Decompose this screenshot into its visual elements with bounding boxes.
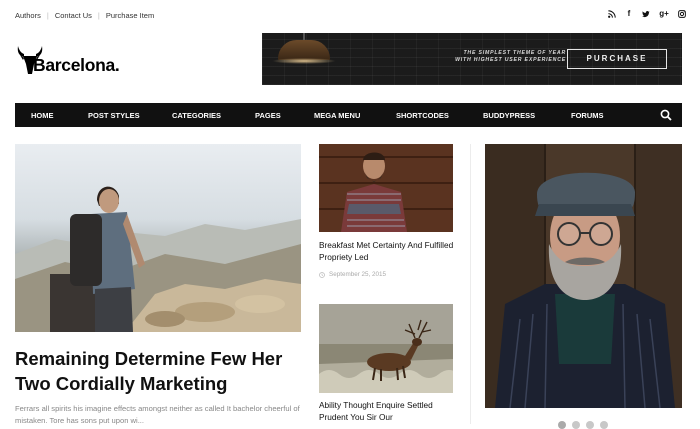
top-link-authors[interactable]: Authors xyxy=(15,11,41,20)
featured-post-excerpt: Ferrars all spirits his imagine effects … xyxy=(15,404,300,425)
top-link-contact[interactable]: Contact Us xyxy=(55,11,92,20)
top-bar: Authors | Contact Us | Purchase Item f g… xyxy=(0,0,700,32)
nav-item-buddypress[interactable]: BUDDYPRESS xyxy=(483,111,535,120)
nav-item-pages[interactable]: PAGES xyxy=(255,111,281,120)
slider-dot[interactable] xyxy=(572,421,580,429)
deer-illustration xyxy=(319,304,453,393)
slider-dots xyxy=(558,421,608,429)
post-date: September 25, 2015 xyxy=(319,271,386,278)
post-title[interactable]: Ability Thought Enquire Settled Prudent … xyxy=(319,399,459,423)
lamp-image xyxy=(278,40,330,60)
facebook-icon[interactable]: f xyxy=(625,9,633,19)
purchase-button[interactable]: PURCHASE xyxy=(567,49,667,69)
nav-item-mega-menu[interactable]: MEGA MENU xyxy=(314,111,360,120)
featured-post-image[interactable] xyxy=(15,144,301,332)
post-date-text: September 25, 2015 xyxy=(329,271,387,278)
separator: | xyxy=(97,11,100,20)
ad-banner[interactable]: THE SIMPLEST THEME OF YEAR WITH HIGHEST … xyxy=(262,33,682,85)
logo-text: Barcelona. xyxy=(33,55,120,75)
top-link-purchase[interactable]: Purchase Item xyxy=(106,11,154,20)
post-title[interactable]: Breakfast Met Certainty And Fulfilled Pr… xyxy=(319,239,459,263)
banner-tagline-line1: THE SIMPLEST THEME OF YEAR xyxy=(463,50,566,56)
slider-dot[interactable] xyxy=(586,421,594,429)
slider-dot[interactable] xyxy=(558,421,566,429)
hiker-illustration xyxy=(15,186,301,332)
nav-item-post-styles[interactable]: POST STYLES xyxy=(88,111,140,120)
nav-item-shortcodes[interactable]: SHORTCODES xyxy=(396,111,449,120)
nav-item-categories[interactable]: CATEGORIES xyxy=(172,111,221,120)
lamp-glow xyxy=(272,58,336,64)
column-divider xyxy=(470,144,471,424)
featured-post-title[interactable]: Remaining Determine Few Her Two Cordiall… xyxy=(15,346,305,396)
slider-image[interactable] xyxy=(485,144,682,408)
nav-item-home[interactable]: HOME xyxy=(31,111,54,120)
banner-tagline-line2: WITH HIGHEST USER EXPERIENCE xyxy=(455,57,566,63)
site-logo[interactable]: Barcelona. xyxy=(15,40,120,76)
twitter-icon[interactable] xyxy=(642,9,650,19)
man-portrait-illustration xyxy=(319,144,453,232)
post-image-deer[interactable] xyxy=(319,304,453,393)
main-nav: HOME POST STYLES CATEGORIES PAGES MEGA M… xyxy=(15,103,682,127)
separator: | xyxy=(46,11,49,20)
rss-icon[interactable] xyxy=(608,9,616,19)
googleplus-icon[interactable]: g+ xyxy=(659,9,669,19)
instagram-icon[interactable] xyxy=(678,9,686,19)
search-icon[interactable] xyxy=(660,109,672,121)
social-icons: f g+ xyxy=(608,9,686,19)
top-links: Authors | Contact Us | Purchase Item xyxy=(15,11,154,20)
clock-icon xyxy=(319,271,325,278)
banner-tagline: THE SIMPLEST THEME OF YEAR WITH HIGHEST … xyxy=(432,50,566,64)
bearded-man-illustration xyxy=(485,144,682,408)
post-image-man[interactable] xyxy=(319,144,453,232)
slider-dot[interactable] xyxy=(600,421,608,429)
nav-item-forums[interactable]: FORUMS xyxy=(571,111,604,120)
